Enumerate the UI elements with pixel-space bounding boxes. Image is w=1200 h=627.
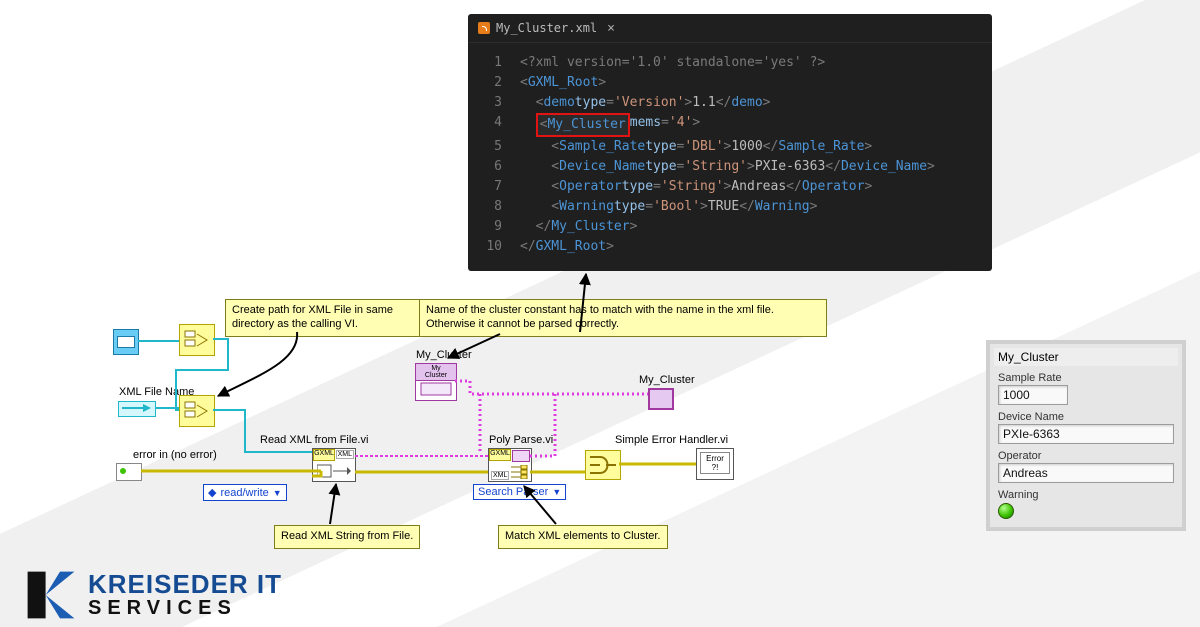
cluster-front-panel: My_Cluster Sample Rate 1000 Device Name … — [986, 340, 1186, 531]
label-my-cluster-top: My_Cluster — [416, 349, 472, 361]
build-path-node-2[interactable] — [179, 395, 215, 427]
sample-rate-value[interactable]: 1000 — [998, 385, 1068, 405]
warning-label: Warning — [998, 489, 1174, 501]
xml-file-path-control[interactable] — [118, 401, 156, 417]
sample-rate-label: Sample Rate — [998, 372, 1174, 384]
editor-filename: My_Cluster.xml — [496, 21, 597, 35]
label-my-cluster-indicator: My_Cluster — [639, 374, 695, 386]
label-error-in: error in (no error) — [133, 449, 217, 461]
device-name-value[interactable]: PXIe-6363 — [998, 424, 1174, 444]
highlighted-cluster-tag: <My_Cluster — [536, 113, 630, 137]
tip-create-path: Create path for XML File in same directo… — [225, 299, 434, 337]
error-handler-vi[interactable]: Error?! — [696, 448, 734, 480]
device-name-label: Device Name — [998, 411, 1174, 423]
label-error-vi: Simple Error Handler.vi — [615, 434, 728, 446]
read-xml-vi[interactable]: GXML XML — [312, 448, 356, 482]
read-write-ring[interactable]: ◆read/write▼ — [203, 484, 287, 501]
editor-body: 1<?xml version='1.0' standalone='yes' ?>… — [468, 43, 992, 271]
build-path-node-1[interactable] — [179, 324, 215, 356]
logo-k-icon — [24, 568, 78, 622]
close-icon[interactable]: × — [607, 21, 615, 36]
brand-logo: KREISEDER IT SERVICES — [24, 568, 282, 622]
operator-value[interactable]: Andreas — [998, 463, 1174, 483]
tip-match-cluster: Match XML elements to Cluster. — [498, 525, 668, 549]
cluster-constant[interactable]: MyCluster — [415, 363, 457, 401]
app-dir-constant[interactable] — [113, 329, 139, 355]
logo-line2: SERVICES — [88, 599, 282, 617]
merge-errors-node[interactable] — [585, 450, 621, 480]
cluster-indicator[interactable] — [648, 388, 674, 410]
label-parse-vi: Poly Parse.vi — [489, 434, 553, 446]
code-editor-window: My_Cluster.xml × 1<?xml version='1.0' st… — [468, 14, 992, 271]
cluster-title: My_Cluster — [994, 348, 1178, 366]
xml-lang-icon — [478, 22, 490, 34]
poly-parse-vi[interactable]: GXML XML — [488, 448, 532, 482]
operator-label: Operator — [998, 450, 1174, 462]
tip-name-match: Name of the cluster constant has to matc… — [419, 299, 827, 337]
warning-led-icon[interactable] — [998, 503, 1014, 519]
logo-line1: KREISEDER IT — [88, 573, 282, 596]
tip-read-string: Read XML String from File. — [274, 525, 420, 549]
editor-tab[interactable]: My_Cluster.xml × — [468, 14, 992, 43]
error-in-control[interactable] — [116, 463, 142, 481]
parser-ring[interactable]: Search Parser▼ — [473, 484, 566, 500]
label-read-vi: Read XML from File.vi — [260, 434, 368, 446]
